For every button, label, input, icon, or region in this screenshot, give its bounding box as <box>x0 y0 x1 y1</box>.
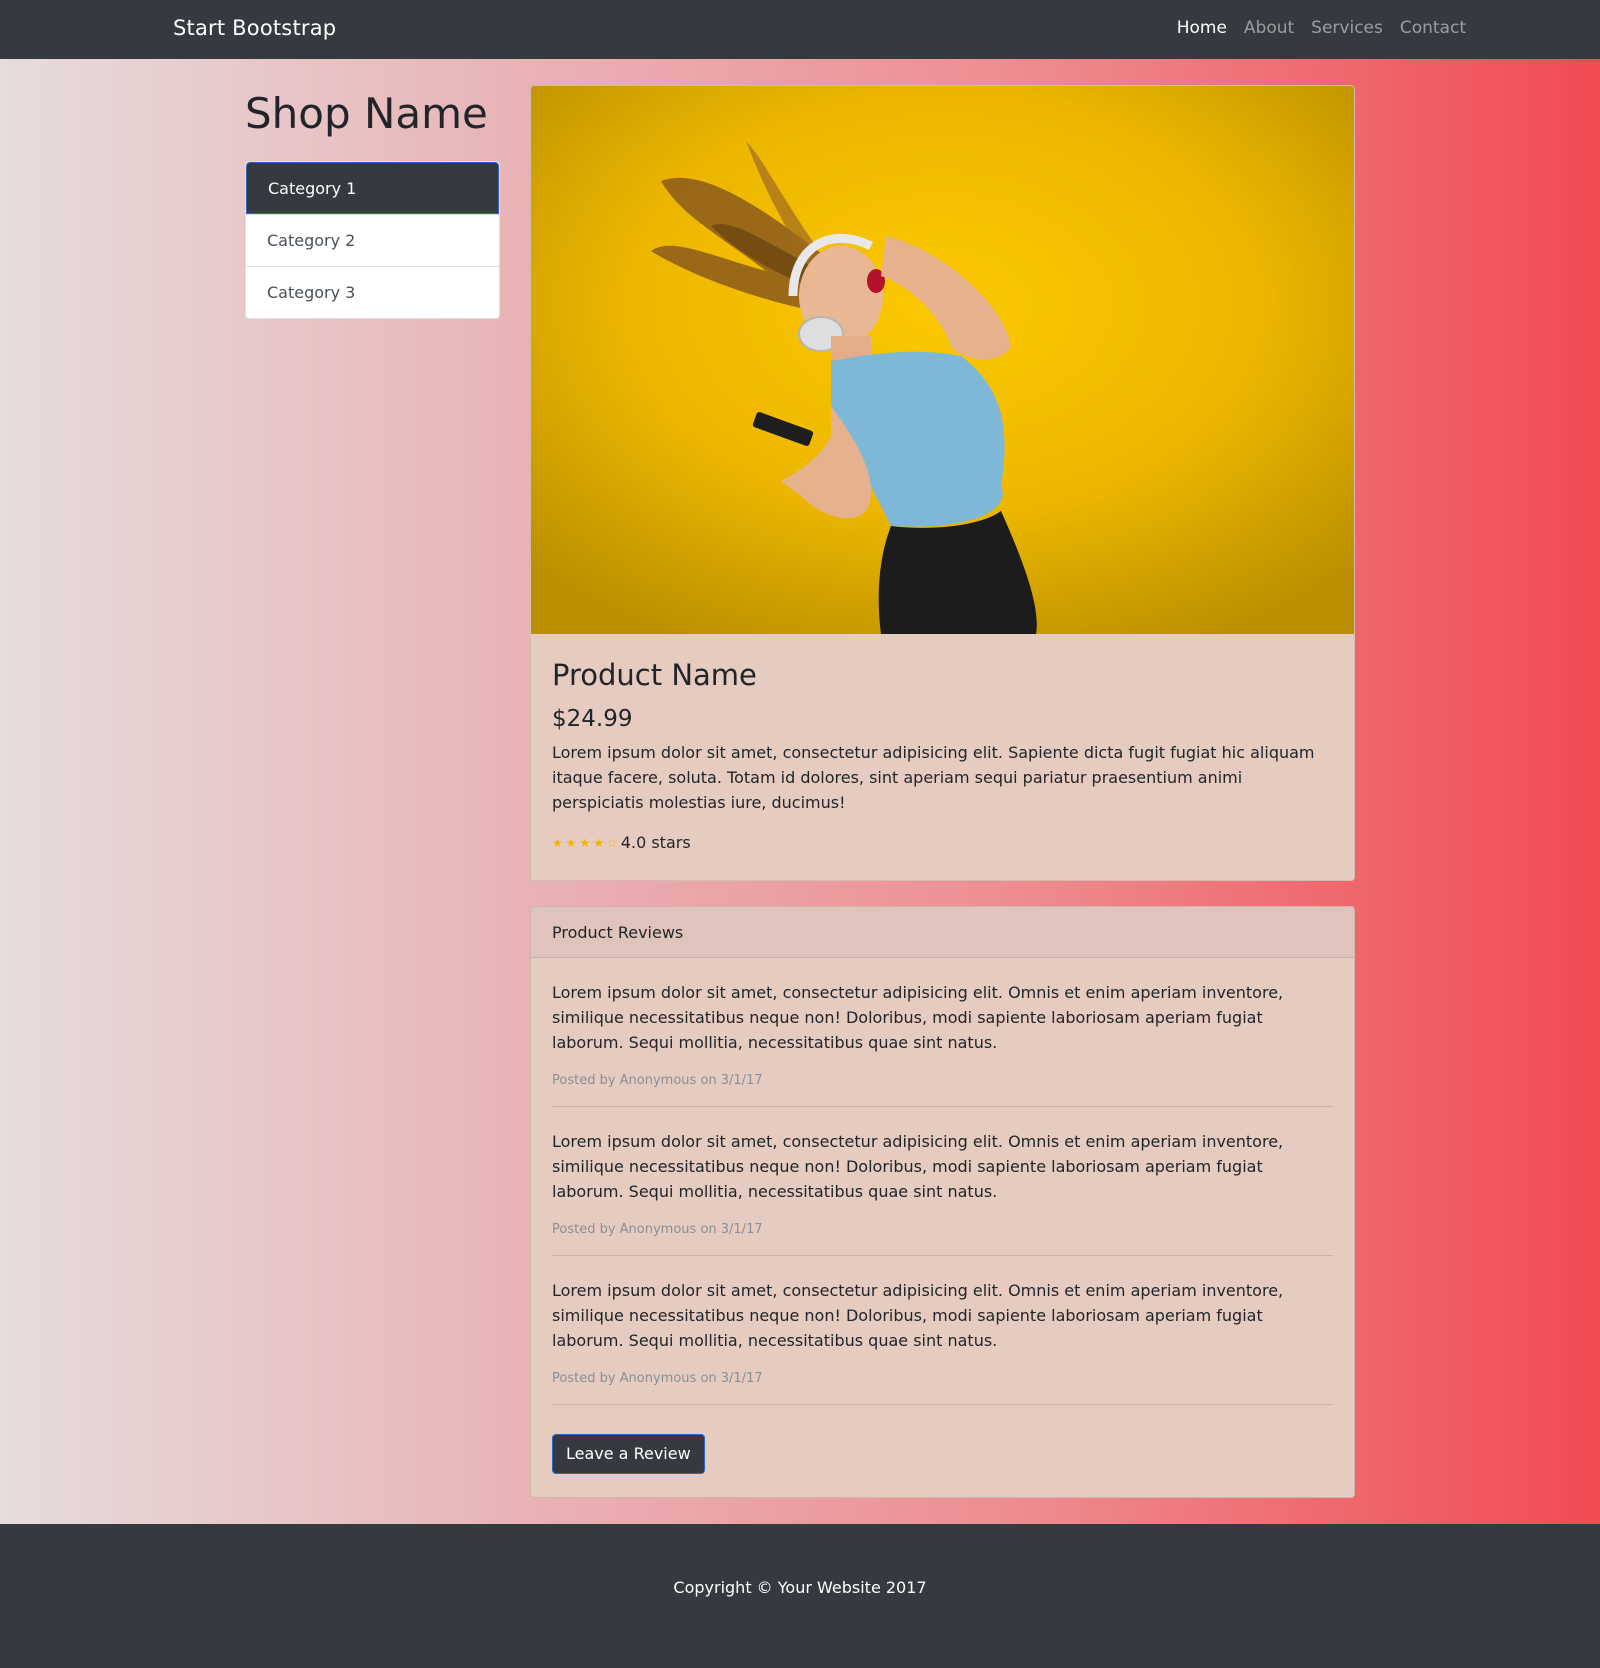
main-content: Shop Name Category 1 Category 2 Category… <box>0 59 1600 1524</box>
nav-link-services[interactable]: Services <box>1311 18 1383 38</box>
nav-link-about[interactable]: About <box>1244 18 1294 38</box>
rating-text: 4.0 stars <box>620 833 691 852</box>
reviews-card: Product Reviews Lorem ipsum dolor sit am… <box>530 906 1355 1498</box>
product-rating: ★★★★☆ 4.0 stars <box>552 833 1337 852</box>
review-text: Lorem ipsum dolor sit amet, consectetur … <box>552 1132 1284 1201</box>
review-meta: Posted by Anonymous on 3/1/17 <box>552 1371 763 1386</box>
category-item-1[interactable]: Category 1 <box>246 162 499 214</box>
product-body: Product Name $24.99 Lorem ipsum dolor si… <box>552 634 1337 852</box>
review-text: Lorem ipsum dolor sit amet, consectetur … <box>552 983 1284 1052</box>
review-meta: Posted by Anonymous on 3/1/17 <box>552 1222 763 1237</box>
nav-link-home[interactable]: Home <box>1177 18 1227 38</box>
nav-link-contact[interactable]: Contact <box>1400 18 1466 38</box>
review-item: Lorem ipsum dolor sit amet, consectetur … <box>552 1107 1333 1237</box>
navbar: Start Bootstrap Home About Services Cont… <box>0 0 1600 59</box>
review-text: Lorem ipsum dolor sit amet, consectetur … <box>552 1281 1284 1350</box>
product-image <box>531 86 1354 634</box>
review-item: Lorem ipsum dolor sit amet, consectetur … <box>552 958 1333 1088</box>
category-item-3[interactable]: Category 3 <box>246 266 499 318</box>
review-divider <box>552 1404 1333 1405</box>
nav-links: Home About Services Contact <box>1177 18 1466 38</box>
product-name: Product Name <box>552 658 757 692</box>
rating-stars-icon: ★★★★☆ <box>552 835 621 850</box>
brand-link[interactable]: Start Bootstrap <box>173 16 336 40</box>
shop-name: Shop Name <box>245 89 488 138</box>
product-price: $24.99 <box>552 706 633 732</box>
product-card: Product Name $24.99 Lorem ipsum dolor si… <box>530 85 1355 881</box>
category-list: Category 1 Category 2 Category 3 <box>245 161 500 319</box>
review-meta: Posted by Anonymous on 3/1/17 <box>552 1073 763 1088</box>
category-item-2[interactable]: Category 2 <box>246 214 499 266</box>
footer-copyright: Copyright © Your Website 2017 <box>673 1578 927 1597</box>
footer: Copyright © Your Website 2017 <box>0 1524 1600 1668</box>
reviews-header: Product Reviews <box>531 907 1354 958</box>
woman-headphones-illustration <box>531 86 1354 634</box>
review-item: Lorem ipsum dolor sit amet, consectetur … <box>552 1256 1333 1386</box>
leave-review-button[interactable]: Leave a Review <box>552 1434 705 1474</box>
product-description: Lorem ipsum dolor sit amet, consectetur … <box>552 743 1315 812</box>
